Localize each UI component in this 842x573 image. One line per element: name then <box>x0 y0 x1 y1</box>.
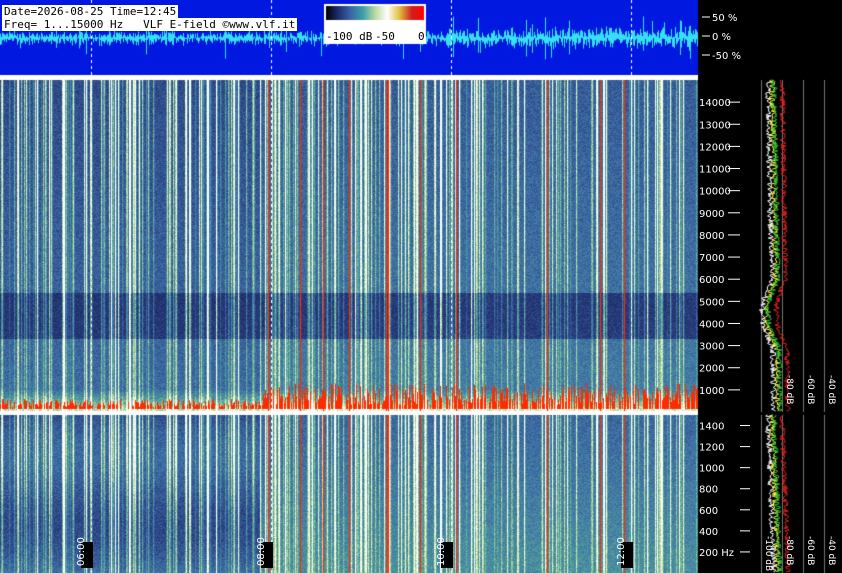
freq-tick-label: 400 <box>699 527 718 538</box>
hour-label: 08:00 <box>256 537 267 566</box>
freq-tick-label: 7000 <box>699 253 724 264</box>
freq-tick-label: 600 <box>699 506 718 517</box>
freq-tick-label: 1400 <box>699 422 724 433</box>
freq-tick-label: 5000 <box>699 297 724 308</box>
db-profile-label: -80 dB <box>784 375 794 404</box>
freq-tick-label: 1000 <box>699 464 724 475</box>
freq-tick-label: 4000 <box>699 319 724 330</box>
hour-label: 12:00 <box>616 537 627 566</box>
waveform-pct-label: -50 % <box>712 51 741 62</box>
db-profile-label: -40 dB <box>826 375 836 404</box>
freq-tick-label: 200 Hz <box>699 548 734 559</box>
axes-overlay: 50 % 0 % -50 % 14000 13000 12000 11000 10000 900… <box>76 13 836 571</box>
db-profile-label: -80 dB <box>784 536 794 565</box>
freq-tick-label: 3000 <box>699 342 724 353</box>
waveform-pct-label: 0 % <box>712 32 731 43</box>
waveform-pct-label: 50 % <box>712 13 737 24</box>
freq-tick-label: 2000 <box>699 364 724 375</box>
hour-label: 06:00 <box>76 537 87 566</box>
db-profile-label: -40 dB <box>826 536 836 565</box>
freq-tick-label: 12000 <box>699 142 731 153</box>
freq-tick-label: 14000 <box>699 98 731 109</box>
freq-tick-label: 13000 <box>699 120 731 131</box>
freq-tick-label: 8000 <box>699 231 724 242</box>
freq-tick-label: 11000 <box>699 165 731 176</box>
db-profile-label: -60 dB <box>805 536 815 565</box>
freq-tick-label: 9000 <box>699 209 724 220</box>
db-profile-label: -60 dB <box>805 375 815 404</box>
freq-tick-label: 800 <box>699 485 718 496</box>
freq-tick-label: 1200 <box>699 443 724 454</box>
db-profile-label: -100 dB <box>763 536 773 571</box>
hour-label: 10:00 <box>436 537 447 566</box>
freq-tick-label: 1000 <box>699 386 724 397</box>
freq-tick-label: 6000 <box>699 275 724 286</box>
freq-tick-label: 10000 <box>699 187 731 198</box>
